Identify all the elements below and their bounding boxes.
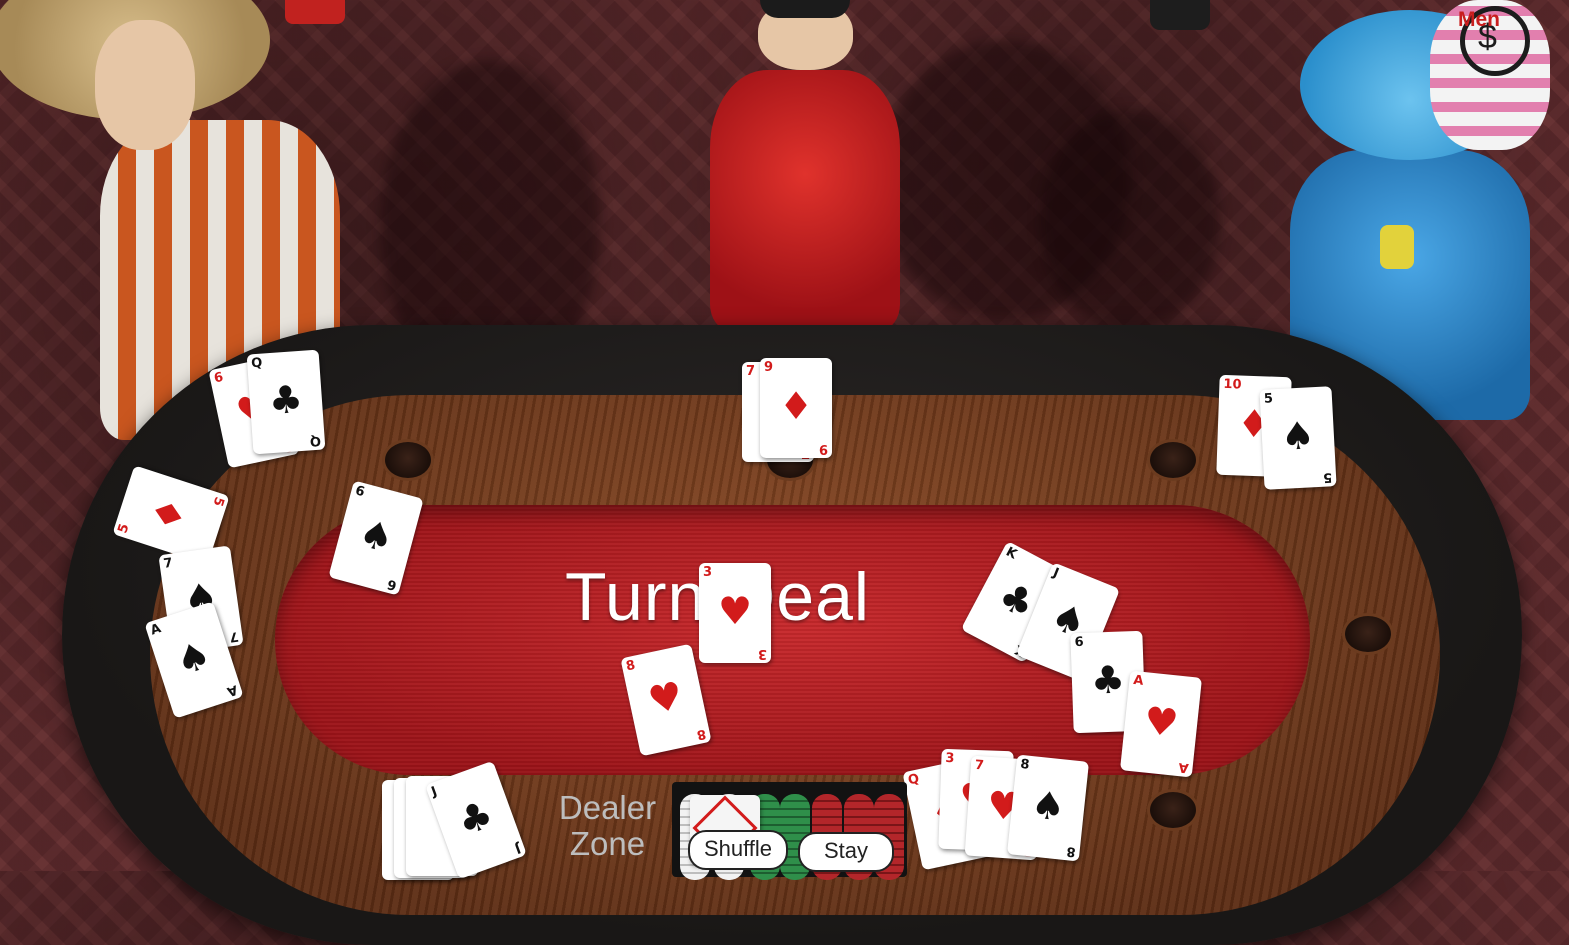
character-red-dress-player (690, 0, 920, 330)
card-rank: 5 (115, 521, 133, 536)
card-rank: 3 (703, 565, 713, 580)
card-suit: ♥ (1141, 698, 1181, 746)
card-suit: ♥ (717, 589, 753, 633)
card-rank: J (429, 784, 440, 800)
card-rank: 5 (209, 494, 227, 509)
card-suit: ♦ (778, 384, 814, 428)
card-rank: J (1050, 565, 1061, 582)
card-rank: 10 (1223, 376, 1242, 393)
card-rank: 8 (624, 657, 637, 675)
yellow-whistle (1380, 225, 1414, 269)
card-rank: K (1003, 544, 1020, 563)
card-rank: 6 (385, 575, 399, 593)
playing-card[interactable]: Q ♣ Q (246, 349, 326, 455)
card-rank: 9 (764, 360, 774, 375)
menu-label[interactable]: Men (1458, 8, 1500, 32)
dealer-zone-line: Zone (569, 825, 646, 862)
red-die (285, 0, 345, 24)
card-rank: Q (309, 432, 322, 449)
card-suit: ♠ (1279, 413, 1317, 459)
character-shadow (1040, 110, 1220, 330)
shuffle-button[interactable]: Shuffle (688, 830, 788, 870)
cup-holder (1150, 442, 1196, 478)
card-rank: 8 (695, 725, 708, 743)
cup-holder (1345, 616, 1391, 652)
playing-card[interactable]: 3 ♥ 3 (699, 563, 771, 663)
card-suit: ♣ (451, 791, 499, 845)
dealer-zone-label: Dealer Zone (540, 790, 675, 862)
card-rank: 9 (818, 441, 828, 456)
cup-holder (385, 442, 431, 478)
card-rank: 3 (945, 750, 955, 767)
card-rank: Q (250, 355, 263, 372)
playing-card[interactable]: A ♥ A (1119, 670, 1203, 778)
card-rank: 7 (228, 628, 240, 645)
playing-card[interactable]: 8 ♠ 8 (1006, 754, 1090, 862)
card-rank: 8 (1019, 756, 1031, 773)
cup-holder (1150, 792, 1196, 828)
player-face (95, 20, 195, 150)
card-suit: ♠ (354, 510, 399, 562)
playing-card[interactable]: 5 ♠ 5 (1259, 386, 1337, 490)
black-die (1150, 0, 1210, 30)
card-rank: A (1177, 759, 1190, 776)
card-suit: ♥ (644, 672, 687, 724)
card-rank: J (512, 840, 523, 856)
card-rank: 8 (1065, 843, 1077, 860)
card-rank: 6 (353, 483, 367, 501)
card-rank: 5 (1263, 391, 1274, 407)
card-rank: 6 (212, 369, 225, 387)
card-rank: 7 (746, 364, 756, 379)
card-rank: 7 (162, 555, 174, 572)
card-rank: 3 (757, 646, 767, 661)
player-hair (760, 0, 850, 18)
playing-card[interactable]: 9 ♦ 9 (760, 358, 832, 458)
card-suit: ♣ (267, 376, 305, 424)
card-rank: A (148, 621, 163, 639)
card-rank: A (225, 681, 240, 699)
stay-button[interactable]: Stay (798, 832, 894, 872)
card-rank: 5 (1322, 469, 1333, 485)
card-rank: 7 (974, 757, 985, 774)
dealer-zone-line: Dealer (558, 789, 657, 826)
card-suit: ♠ (170, 631, 217, 685)
red-dress (710, 70, 900, 330)
card-rank: 6 (1074, 634, 1084, 651)
card-rank: A (1132, 672, 1145, 689)
card-rank: Q (906, 771, 921, 789)
card-suit: ♠ (1028, 782, 1068, 830)
card-suit: ♦ (142, 491, 196, 538)
